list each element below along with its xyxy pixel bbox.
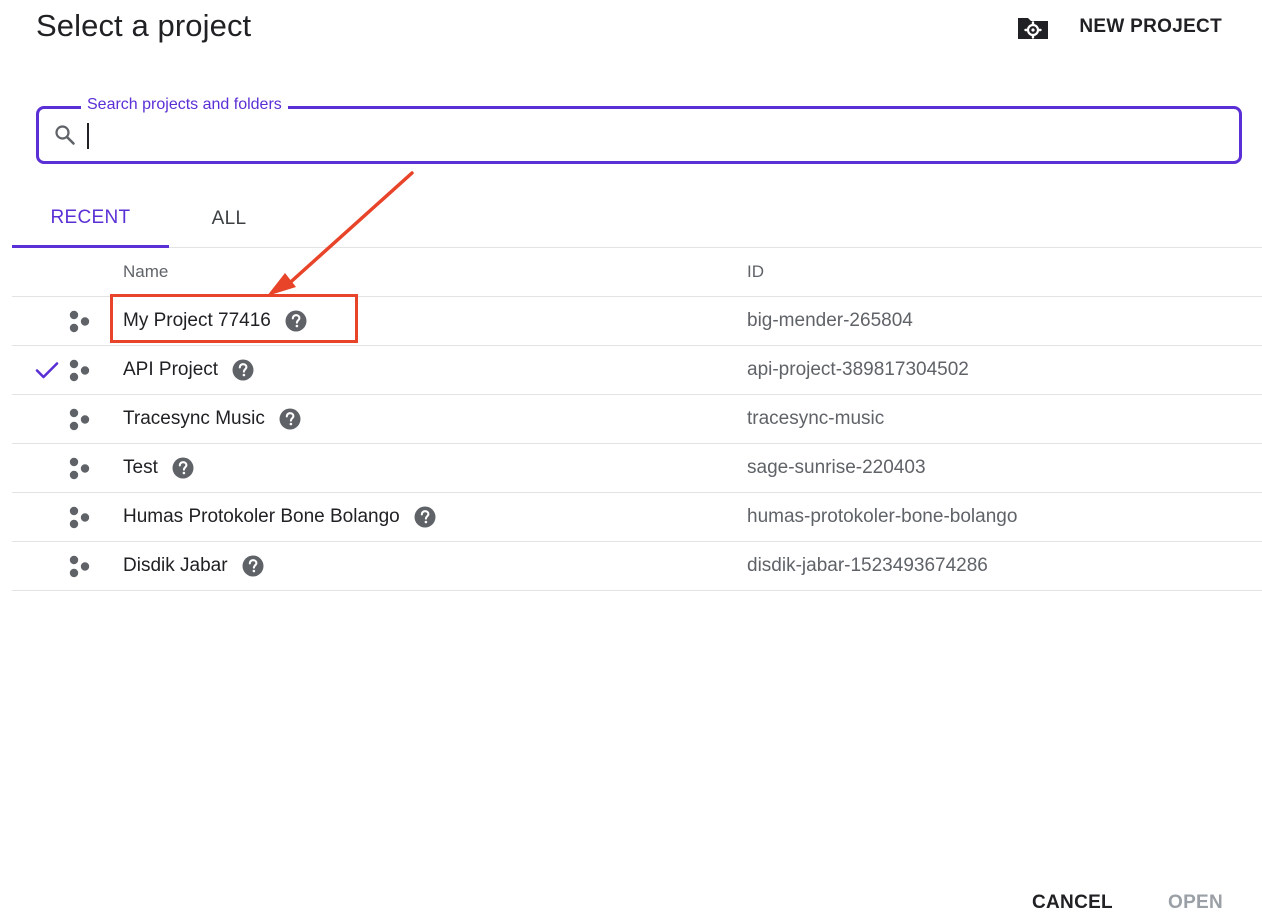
- project-name: Test: [123, 457, 158, 478]
- help-icon[interactable]: [285, 310, 307, 332]
- open-button[interactable]: OPEN: [1168, 892, 1223, 914]
- project-icon: [68, 456, 96, 482]
- help-icon[interactable]: [414, 506, 436, 528]
- project-id: tracesync-music: [747, 408, 885, 429]
- table-row[interactable]: API Project api-project-389817304502: [12, 346, 1262, 395]
- help-icon[interactable]: [242, 555, 264, 577]
- help-icon[interactable]: [172, 457, 194, 479]
- project-icon: [68, 407, 96, 433]
- table-row[interactable]: Humas Protokoler Bone Bolango humas-prot…: [12, 493, 1262, 542]
- new-project-label: NEW PROJECT: [1079, 16, 1222, 37]
- project-icon: [68, 554, 96, 580]
- project-id: sage-sunrise-220403: [747, 457, 926, 478]
- project-name: Tracesync Music: [123, 408, 265, 429]
- search-input[interactable]: [83, 117, 1223, 153]
- table-header: Name ID: [12, 248, 1262, 297]
- tab-all[interactable]: ALL: [169, 190, 289, 248]
- project-id: api-project-389817304502: [747, 359, 969, 380]
- project-name-cell: Test: [123, 444, 194, 492]
- help-icon[interactable]: [279, 408, 301, 430]
- tab-recent[interactable]: RECENT: [12, 190, 169, 248]
- project-id: big-mender-265804: [747, 310, 913, 331]
- project-name-cell: API Project: [123, 346, 254, 394]
- check-icon: [34, 358, 60, 382]
- new-project-button[interactable]: NEW PROJECT: [1015, 10, 1222, 44]
- cancel-button[interactable]: CANCEL: [1032, 892, 1113, 914]
- table-row[interactable]: My Project 77416 big-mender-265804: [12, 297, 1262, 346]
- text-caret: [87, 123, 89, 149]
- table-row[interactable]: Tracesync Music tracesync-music: [12, 395, 1262, 444]
- column-header-id: ID: [747, 262, 764, 281]
- project-name: API Project: [123, 359, 219, 380]
- tab-bar: RECENT ALL: [12, 190, 1262, 248]
- project-name: Disdik Jabar: [123, 555, 228, 576]
- project-icon: [68, 505, 96, 531]
- project-table: Name ID My Project 77416 big-mender-2658…: [12, 248, 1262, 591]
- select-project-dialog: Select a project NEW PROJECT Search proj…: [0, 0, 1262, 919]
- project-name: My Project 77416: [123, 310, 271, 331]
- table-row[interactable]: Disdik Jabar disdik-jabar-1523493674286: [12, 542, 1262, 591]
- project-name-cell: My Project 77416: [123, 297, 307, 345]
- new-project-icon: [1015, 12, 1051, 42]
- project-name-cell: Tracesync Music: [123, 395, 301, 443]
- project-icon: [68, 309, 96, 335]
- table-row[interactable]: Test sage-sunrise-220403: [12, 444, 1262, 493]
- project-name-cell: Disdik Jabar: [123, 542, 264, 590]
- project-icon: [68, 358, 96, 384]
- project-id: disdik-jabar-1523493674286: [747, 555, 988, 576]
- help-icon[interactable]: [232, 359, 254, 381]
- search-icon: [53, 123, 77, 147]
- search-label: Search projects and folders: [81, 94, 288, 116]
- project-name: Humas Protokoler Bone Bolango: [123, 506, 400, 527]
- dialog-title: Select a project: [36, 8, 252, 43]
- search-field[interactable]: Search projects and folders: [36, 94, 1242, 164]
- column-header-name: Name: [123, 262, 169, 281]
- project-name-cell: Humas Protokoler Bone Bolango: [123, 493, 436, 541]
- project-id: humas-protokoler-bone-bolango: [747, 506, 1018, 527]
